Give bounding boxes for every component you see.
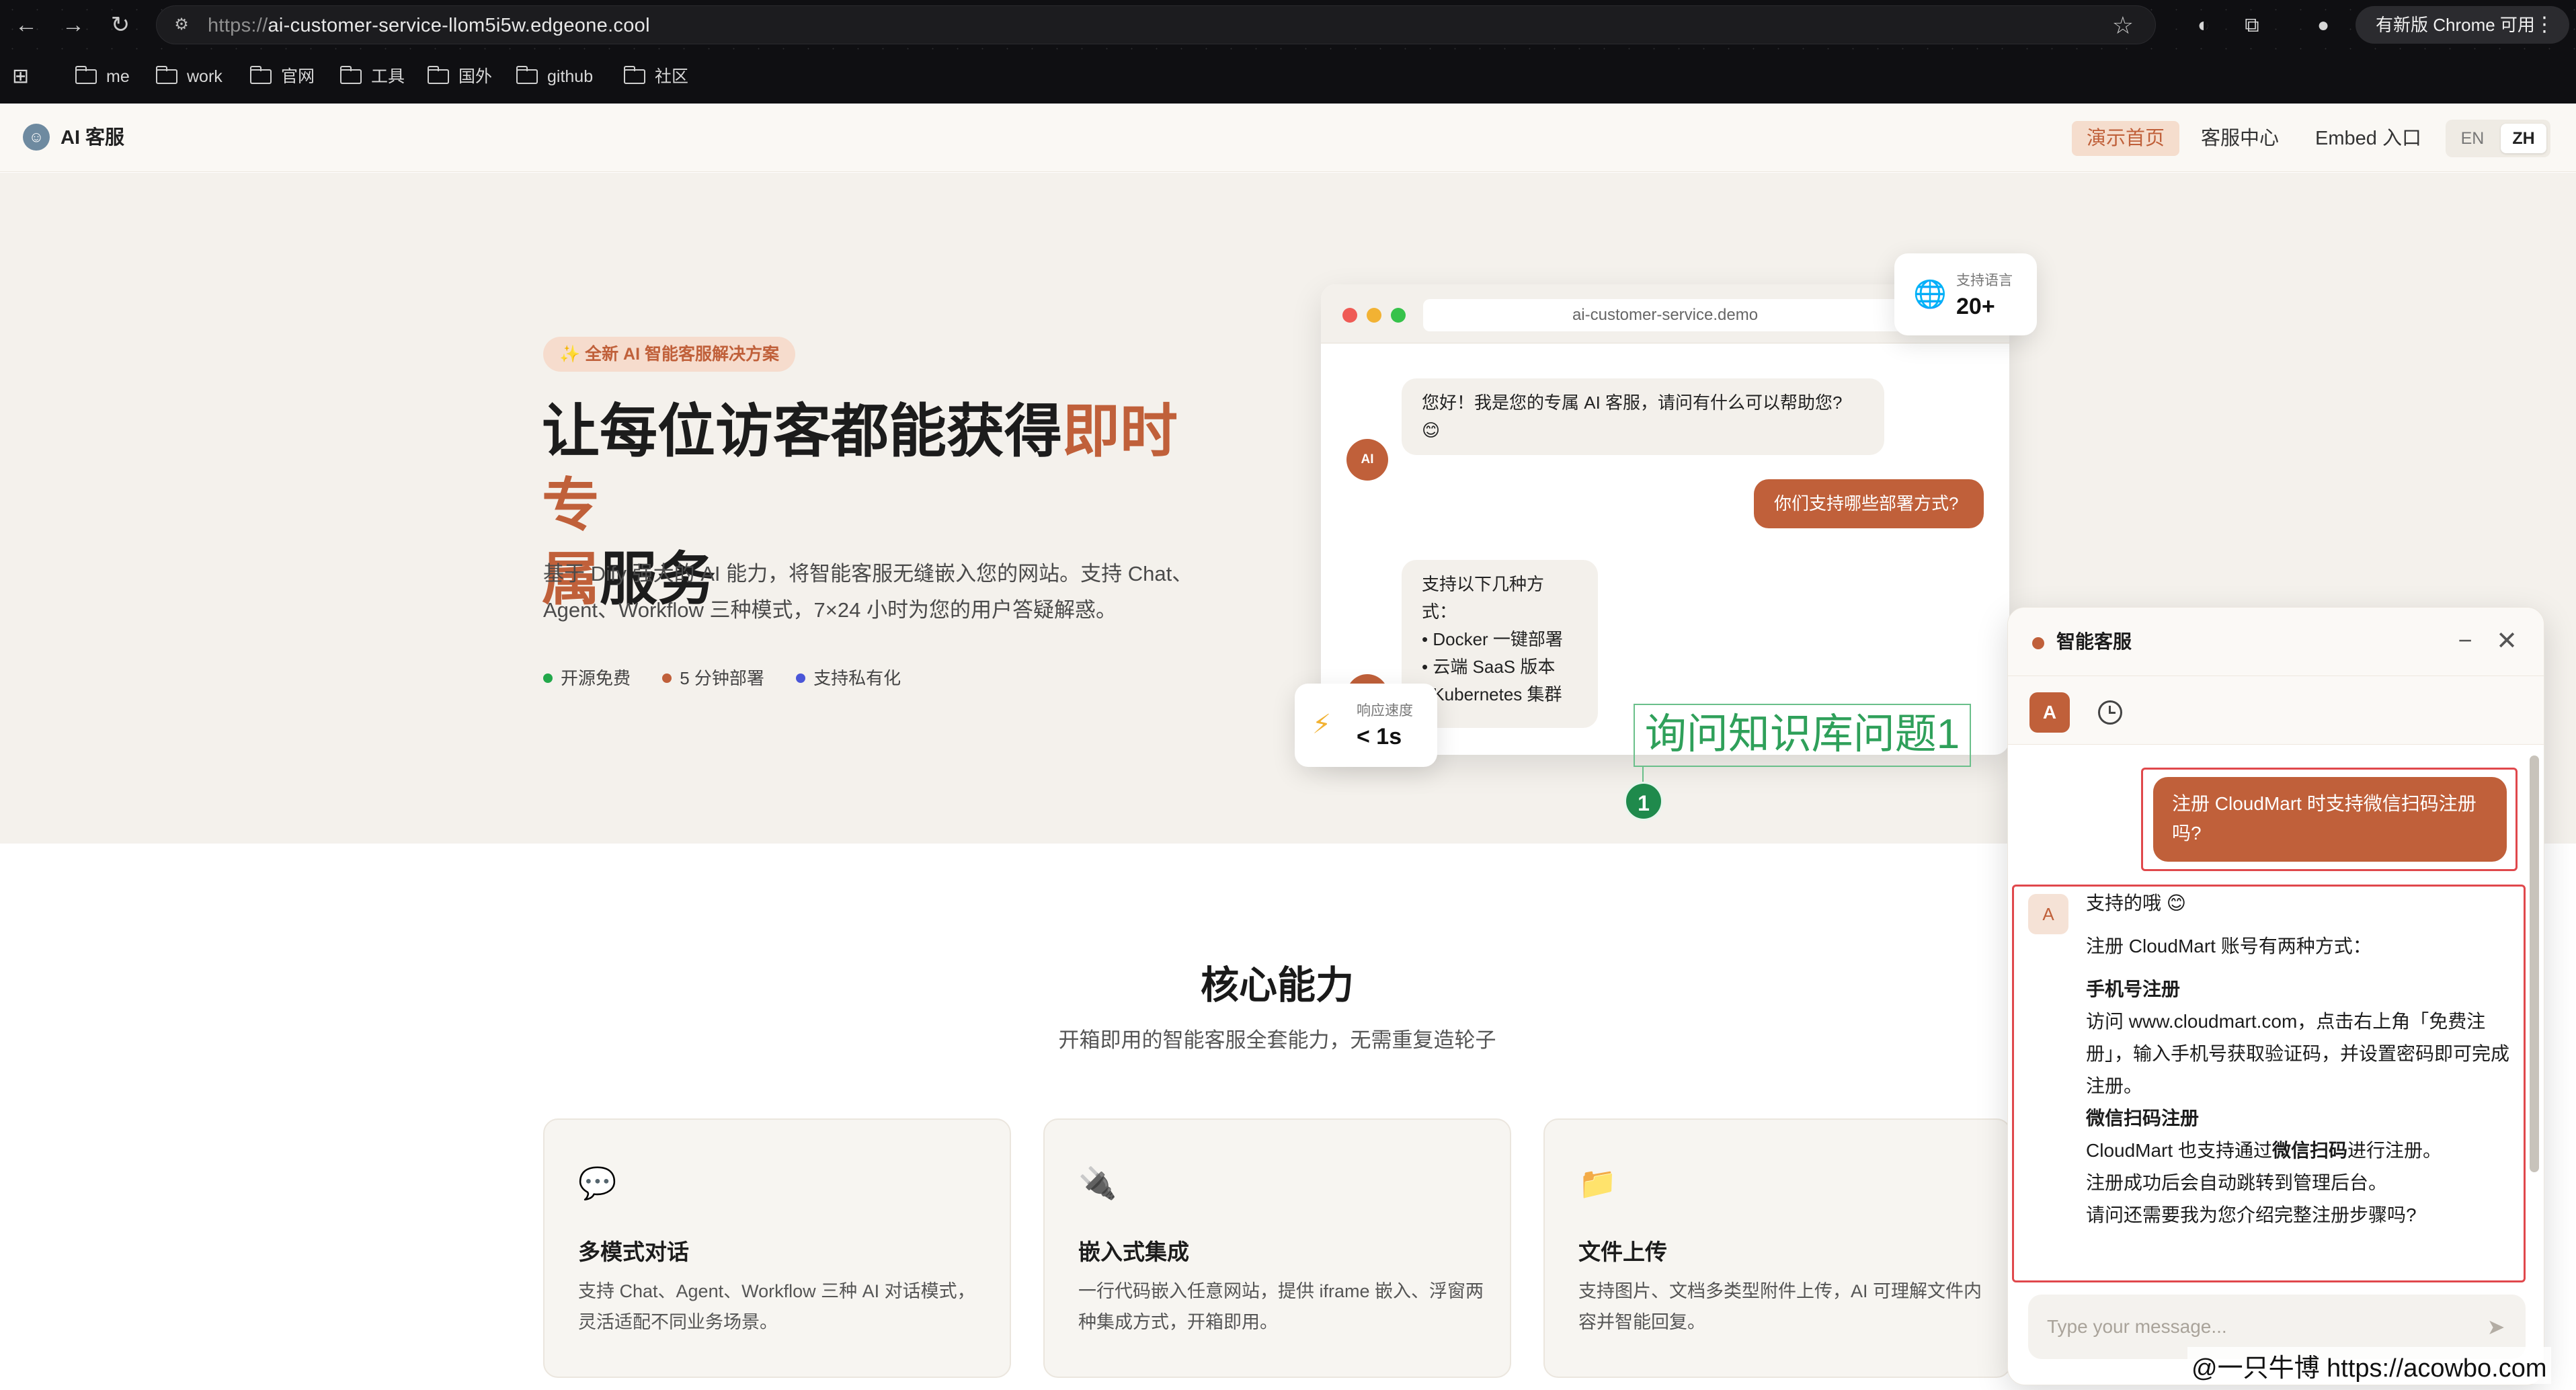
lightning-icon: ⚡	[1312, 710, 1332, 739]
blue-dot-icon	[796, 673, 806, 683]
reload-icon[interactable]: ↻	[108, 12, 133, 38]
folder-icon	[624, 66, 645, 84]
speed-stat-card: ⚡ 响应速度 < 1s	[1295, 684, 1437, 767]
point-quick-deploy: 5 分钟部署	[662, 665, 764, 690]
demo-url-bar: ai-customer-service.demo	[1423, 299, 1907, 331]
language-switch: EN ZH	[2446, 120, 2550, 157]
watermark: @一只牛博 https://acowbo.com	[2187, 1347, 2551, 1384]
minimize-icon[interactable]: −	[2452, 628, 2479, 655]
hero-badge: ✨ 全新 AI 智能客服解决方案	[543, 337, 795, 372]
site-info-icon[interactable]: ⚙	[171, 15, 192, 35]
chat-scrollbar[interactable]	[2530, 755, 2539, 1172]
lang-en-button[interactable]: EN	[2450, 124, 2495, 153]
site-header: ☺ AI 客服 演示首页 客服中心 Embed 入口 EN ZH	[0, 104, 2576, 172]
features-title: 核心能力	[1201, 964, 1354, 1007]
url-text[interactable]: https://ai-customer-service-llom5i5w.edg…	[208, 6, 650, 45]
folder-icon	[156, 66, 177, 84]
nav-service-center[interactable]: 客服中心	[2186, 121, 2294, 156]
site-logo-text[interactable]: AI 客服	[61, 104, 124, 172]
history-clock-icon[interactable]	[2098, 700, 2122, 725]
feature-card-title: 文件上传	[1578, 1239, 1667, 1264]
bookmark-folder-me[interactable]: me	[75, 50, 130, 104]
point-private: 支持私有化	[796, 665, 901, 690]
speech-bubble-icon: 💬	[578, 1166, 617, 1200]
feature-card-desc: 一行代码嵌入任意网站，提供 iframe 嵌入、浮窗两种集成方式，开箱即用。	[1078, 1281, 1484, 1332]
orange-dot-icon	[662, 673, 672, 683]
robot-logo-icon: ☺	[23, 124, 50, 151]
annotation-label: 询问知识库问题1	[1634, 704, 1971, 767]
address-bar[interactable]: ⚙ https://ai-customer-service-llom5i5w.e…	[156, 5, 2156, 44]
chat-bot-message: 支持的哦 😊 注册 CloudMart 账号有两种方式： 手机号注册 访问 ww…	[2086, 893, 2510, 1225]
green-dot-icon	[1391, 308, 1406, 323]
nav-embed-entry[interactable]: Embed 入口	[2300, 121, 2436, 156]
bookmark-star-icon[interactable]: ☆	[2112, 13, 2134, 38]
bookmark-folder-official[interactable]: 官网	[250, 50, 315, 104]
feature-card-title: 多模式对话	[578, 1239, 689, 1264]
yellow-dot-icon	[1367, 308, 1381, 323]
bookmark-folder-community[interactable]: 社区	[624, 50, 688, 104]
chat-widget: 智能客服 − ✕ A 注册 CloudMart 时支持微信扫码注册吗? A 支持…	[2007, 607, 2544, 1385]
profile-avatar-icon[interactable]: ●	[2310, 12, 2337, 39]
status-dot-icon	[2032, 637, 2044, 649]
folder-icon	[428, 66, 449, 84]
folder-icon	[516, 66, 538, 84]
feature-card-multimode: 💬 多模式对话 支持 Chat、Agent、Workflow 三种 AI 对话模…	[543, 1118, 1011, 1378]
bookmark-folder-work[interactable]: work	[156, 50, 223, 104]
folder-icon	[340, 66, 362, 84]
feature-card-upload: 📁 文件上传 支持图片、文档多类型附件上传，AI 可理解文件内容并智能回复。	[1543, 1118, 2011, 1378]
forward-icon[interactable]: →	[61, 12, 86, 38]
folder-icon: 📁	[1578, 1166, 1617, 1200]
bot-avatar: A	[2028, 894, 2068, 934]
assistant-avatar-button[interactable]: A	[2029, 692, 2070, 733]
chat-user-message: 注册 CloudMart 时支持微信扫码注册吗?	[2153, 777, 2507, 862]
puzzle-icon[interactable]: ⧉	[2239, 12, 2265, 39]
browser-toolbar: ← → ↻ ⚙ https://ai-customer-service-llom…	[0, 0, 2576, 50]
send-icon[interactable]: ➤	[2483, 1313, 2509, 1340]
point-open-source: 开源免费	[543, 665, 631, 690]
hero-feature-points: 开源免费 5 分钟部署 支持私有化	[543, 665, 928, 690]
chrome-update-button[interactable]: 有新版 Chrome 可用 ⋮	[2356, 6, 2569, 44]
bookmarks-bar: ⊞ me work 官网 工具 国外 github 社区	[0, 50, 2576, 104]
folder-icon	[250, 66, 272, 84]
feature-card-embed: 🔌 嵌入式集成 一行代码嵌入任意网站，提供 iframe 嵌入、浮窗两种集成方式…	[1043, 1118, 1511, 1378]
language-stat-card: 🌐 支持语言 20+	[1894, 253, 2037, 335]
bookmark-folder-github[interactable]: github	[516, 50, 593, 104]
feature-card-title: 嵌入式集成	[1078, 1239, 1189, 1264]
demo-bot-greeting: 您好！我是您的专属 AI 客服，请问有什么可以帮助您? 😊	[1402, 378, 1884, 455]
nav-demo-home[interactable]: 演示首页	[2072, 121, 2180, 156]
feature-card-desc: 支持 Chat、Agent、Workflow 三种 AI 对话模式，灵活适配不同…	[578, 1281, 975, 1332]
back-icon[interactable]: ←	[13, 12, 39, 38]
bookmark-folder-foreign[interactable]: 国外	[428, 50, 492, 104]
features-subtitle: 开箱即用的智能客服全套能力，无需重复造轮子	[1058, 1028, 1496, 1052]
chat-widget-header: 智能客服 − ✕	[2008, 608, 2544, 676]
red-dot-icon	[1342, 308, 1357, 323]
green-dot-icon	[543, 673, 553, 683]
lang-zh-button[interactable]: ZH	[2501, 124, 2546, 153]
demo-user-message: 你们支持哪些部署方式?	[1754, 479, 1984, 528]
demo-bot-avatar: AI	[1346, 439, 1388, 481]
feature-card-desc: 支持图片、文档多类型附件上传，AI 可理解文件内容并智能回复。	[1578, 1281, 1982, 1332]
extension-icon[interactable]: ◐	[2190, 12, 2217, 39]
bookmark-folder-tools[interactable]: 工具	[340, 50, 405, 104]
chat-widget-title: 智能客服	[2056, 631, 2132, 652]
hero-description: 基于 Dify 强大的 AI 能力，将智能客服无缝嵌入您的网站。支持 Chat、…	[543, 562, 1193, 622]
folder-icon	[75, 66, 97, 84]
chat-widget-toolbar: A	[2008, 676, 2544, 745]
annotation-step-marker: 1	[1624, 782, 1663, 821]
globe-icon: 🌐	[1913, 280, 1947, 309]
close-icon[interactable]: ✕	[2493, 628, 2520, 655]
apps-grid-icon[interactable]: ⊞	[12, 66, 34, 87]
more-menu-icon: ⋮	[2534, 13, 2554, 36]
plug-icon: 🔌	[1078, 1166, 1117, 1200]
